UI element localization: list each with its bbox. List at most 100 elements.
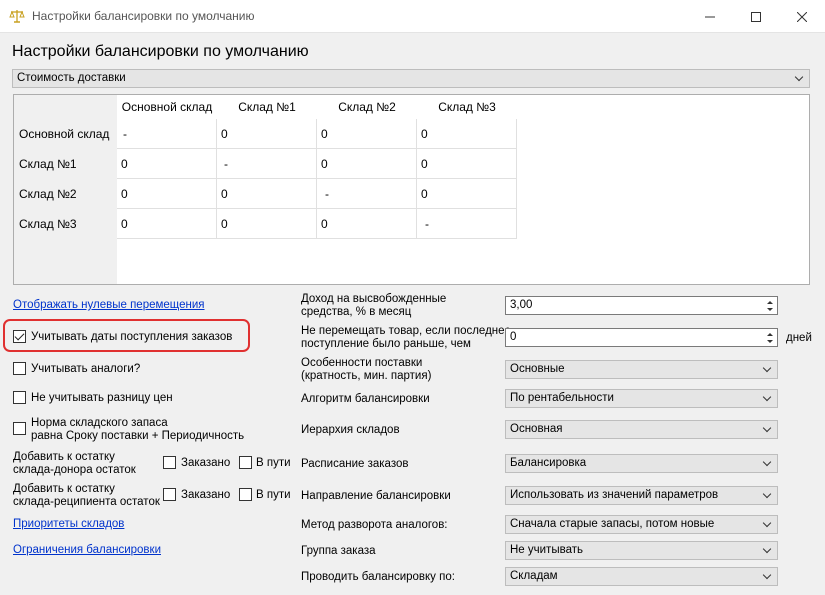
- chevron-down-icon: [793, 70, 806, 87]
- algorithm-label: Алгоритм балансировки: [301, 393, 430, 405]
- order-group-select[interactable]: Не учитывать: [505, 541, 778, 560]
- row-header: Склад №3: [19, 217, 77, 231]
- donor-in-transit-checkbox[interactable]: [239, 456, 252, 469]
- grid-cell[interactable]: 0: [317, 149, 417, 179]
- show-zero-moves-link[interactable]: Отображать нулевые перемещения: [13, 299, 205, 311]
- column-header: Основной склад: [121, 100, 213, 114]
- direction-value: Использовать из значений параметров: [510, 489, 719, 501]
- income-value: 3,00: [510, 299, 533, 311]
- grid-cell[interactable]: 0: [317, 119, 417, 149]
- grid-cell[interactable]: 0: [417, 179, 517, 209]
- consider-analogs-checkbox[interactable]: [13, 362, 26, 375]
- row-header: Склад №2: [19, 187, 77, 201]
- spin-up-icon[interactable]: [764, 298, 776, 306]
- spin-down-icon[interactable]: [764, 306, 776, 314]
- recipient-label-1: Добавить к остатку: [13, 483, 115, 495]
- consider-order-dates-label: Учитывать даты поступления заказов: [31, 331, 233, 343]
- row-header: Склад №1: [19, 157, 77, 171]
- donor-in-transit-label: В пути: [256, 457, 291, 469]
- chevron-down-icon: [761, 542, 774, 559]
- grid-cell[interactable]: 0: [417, 119, 517, 149]
- stock-norm-label-1: Норма складского запаса: [31, 417, 168, 429]
- grid-cell[interactable]: 0: [417, 149, 517, 179]
- order-group-value: Не учитывать: [510, 544, 583, 556]
- chevron-down-icon: [761, 487, 774, 504]
- grid-cell[interactable]: 0: [217, 179, 317, 209]
- recipient-label-2: склада-реципиента остаток: [13, 496, 160, 508]
- close-icon: [796, 11, 808, 22]
- supply-features-select[interactable]: Основные: [505, 360, 778, 379]
- chevron-down-icon: [761, 361, 774, 378]
- direction-label: Направление балансировки: [301, 490, 451, 502]
- minimize-button[interactable]: [687, 0, 733, 33]
- spin-down-icon[interactable]: [764, 338, 776, 346]
- cost-matrix-grid: Основной склад Склад №1 Склад №2 Склад №…: [13, 94, 810, 285]
- no-move-label-2: поступление было раньше, чем: [301, 338, 471, 350]
- income-label-2: средства, % в месяц: [301, 306, 412, 318]
- grid-cell[interactable]: 0: [217, 119, 317, 149]
- no-move-days-spinner[interactable]: 0: [505, 328, 778, 347]
- analog-method-value: Сначала старые запасы, потом новые: [510, 518, 715, 530]
- title-bar: Настройки балансировки по умолчанию: [0, 0, 825, 33]
- donor-ordered-checkbox[interactable]: [163, 456, 176, 469]
- grid-cell[interactable]: 0: [217, 209, 317, 239]
- no-move-label-1: Не перемещать товар, если последнее: [301, 325, 511, 337]
- hierarchy-value: Основная: [510, 423, 563, 435]
- hierarchy-select[interactable]: Основная: [505, 420, 778, 439]
- days-unit-label: дней: [786, 332, 812, 344]
- algorithm-value: По рентабельности: [510, 392, 614, 404]
- schedule-select[interactable]: Балансировка: [505, 454, 778, 473]
- no-move-value: 0: [510, 331, 517, 343]
- consider-analogs-label: Учитывать аналоги?: [31, 363, 141, 375]
- donor-label-2: склада-донора остаток: [13, 464, 136, 476]
- balance-by-value: Складам: [510, 570, 558, 582]
- grid-cell[interactable]: 0: [117, 179, 217, 209]
- balancing-limits-link[interactable]: Ограничения балансировки: [13, 544, 161, 556]
- close-button[interactable]: [779, 0, 825, 33]
- analog-method-label: Метод разворота аналогов:: [301, 519, 448, 531]
- consider-order-dates-checkbox[interactable]: [13, 330, 26, 343]
- schedule-value: Балансировка: [510, 457, 587, 469]
- grid-cell[interactable]: -: [317, 179, 417, 209]
- chevron-down-icon: [761, 421, 774, 438]
- grid-cell[interactable]: 0: [117, 149, 217, 179]
- income-spinner[interactable]: 3,00: [505, 296, 778, 315]
- maximize-button[interactable]: [733, 0, 779, 33]
- recipient-ordered-checkbox[interactable]: [163, 488, 176, 501]
- spin-up-icon[interactable]: [764, 330, 776, 338]
- direction-select[interactable]: Использовать из значений параметров: [505, 486, 778, 505]
- cost-type-select[interactable]: Стоимость доставки: [12, 69, 810, 88]
- hierarchy-label: Иерархия складов: [301, 424, 400, 436]
- algorithm-select[interactable]: По рентабельности: [505, 389, 778, 408]
- grid-cell[interactable]: 0: [117, 209, 217, 239]
- row-header: Основной склад: [19, 127, 110, 141]
- warehouse-priorities-link[interactable]: Приоритеты складов: [13, 518, 124, 530]
- recipient-ordered-label: Заказано: [181, 489, 231, 501]
- stock-norm-checkbox[interactable]: [13, 422, 26, 435]
- column-header: Склад №3: [438, 100, 496, 114]
- column-header: Склад №1: [238, 100, 296, 114]
- ignore-price-diff-label: Не учитывать разницу цен: [31, 392, 173, 404]
- grid-cell[interactable]: 0: [317, 209, 417, 239]
- ignore-price-diff-checkbox[interactable]: [13, 391, 26, 404]
- maximize-icon: [751, 11, 761, 22]
- grid-cell[interactable]: -: [217, 149, 317, 179]
- page-title: Настройки балансировки по умолчанию: [12, 43, 309, 60]
- grid-cell[interactable]: -: [117, 119, 217, 149]
- window-title: Настройки балансировки по умолчанию: [32, 9, 255, 23]
- supply-features-value: Основные: [510, 363, 565, 375]
- donor-ordered-label: Заказано: [181, 457, 231, 469]
- recipient-in-transit-label: В пути: [256, 489, 291, 501]
- cost-type-value: Стоимость доставки: [17, 72, 126, 84]
- supply-features-label-1: Особенности поставки: [301, 357, 423, 369]
- chevron-down-icon: [761, 516, 774, 533]
- balance-by-select[interactable]: Складам: [505, 567, 778, 586]
- stock-norm-label-2: равна Сроку поставки + Периодичность: [31, 430, 245, 442]
- analog-method-select[interactable]: Сначала старые запасы, потом новые: [505, 515, 778, 534]
- income-label-1: Доход на высвобожденные: [301, 293, 447, 305]
- order-group-label: Группа заказа: [301, 545, 376, 557]
- column-header: Склад №2: [338, 100, 396, 114]
- chevron-down-icon: [761, 568, 774, 585]
- recipient-in-transit-checkbox[interactable]: [239, 488, 252, 501]
- grid-cell[interactable]: -: [417, 209, 517, 239]
